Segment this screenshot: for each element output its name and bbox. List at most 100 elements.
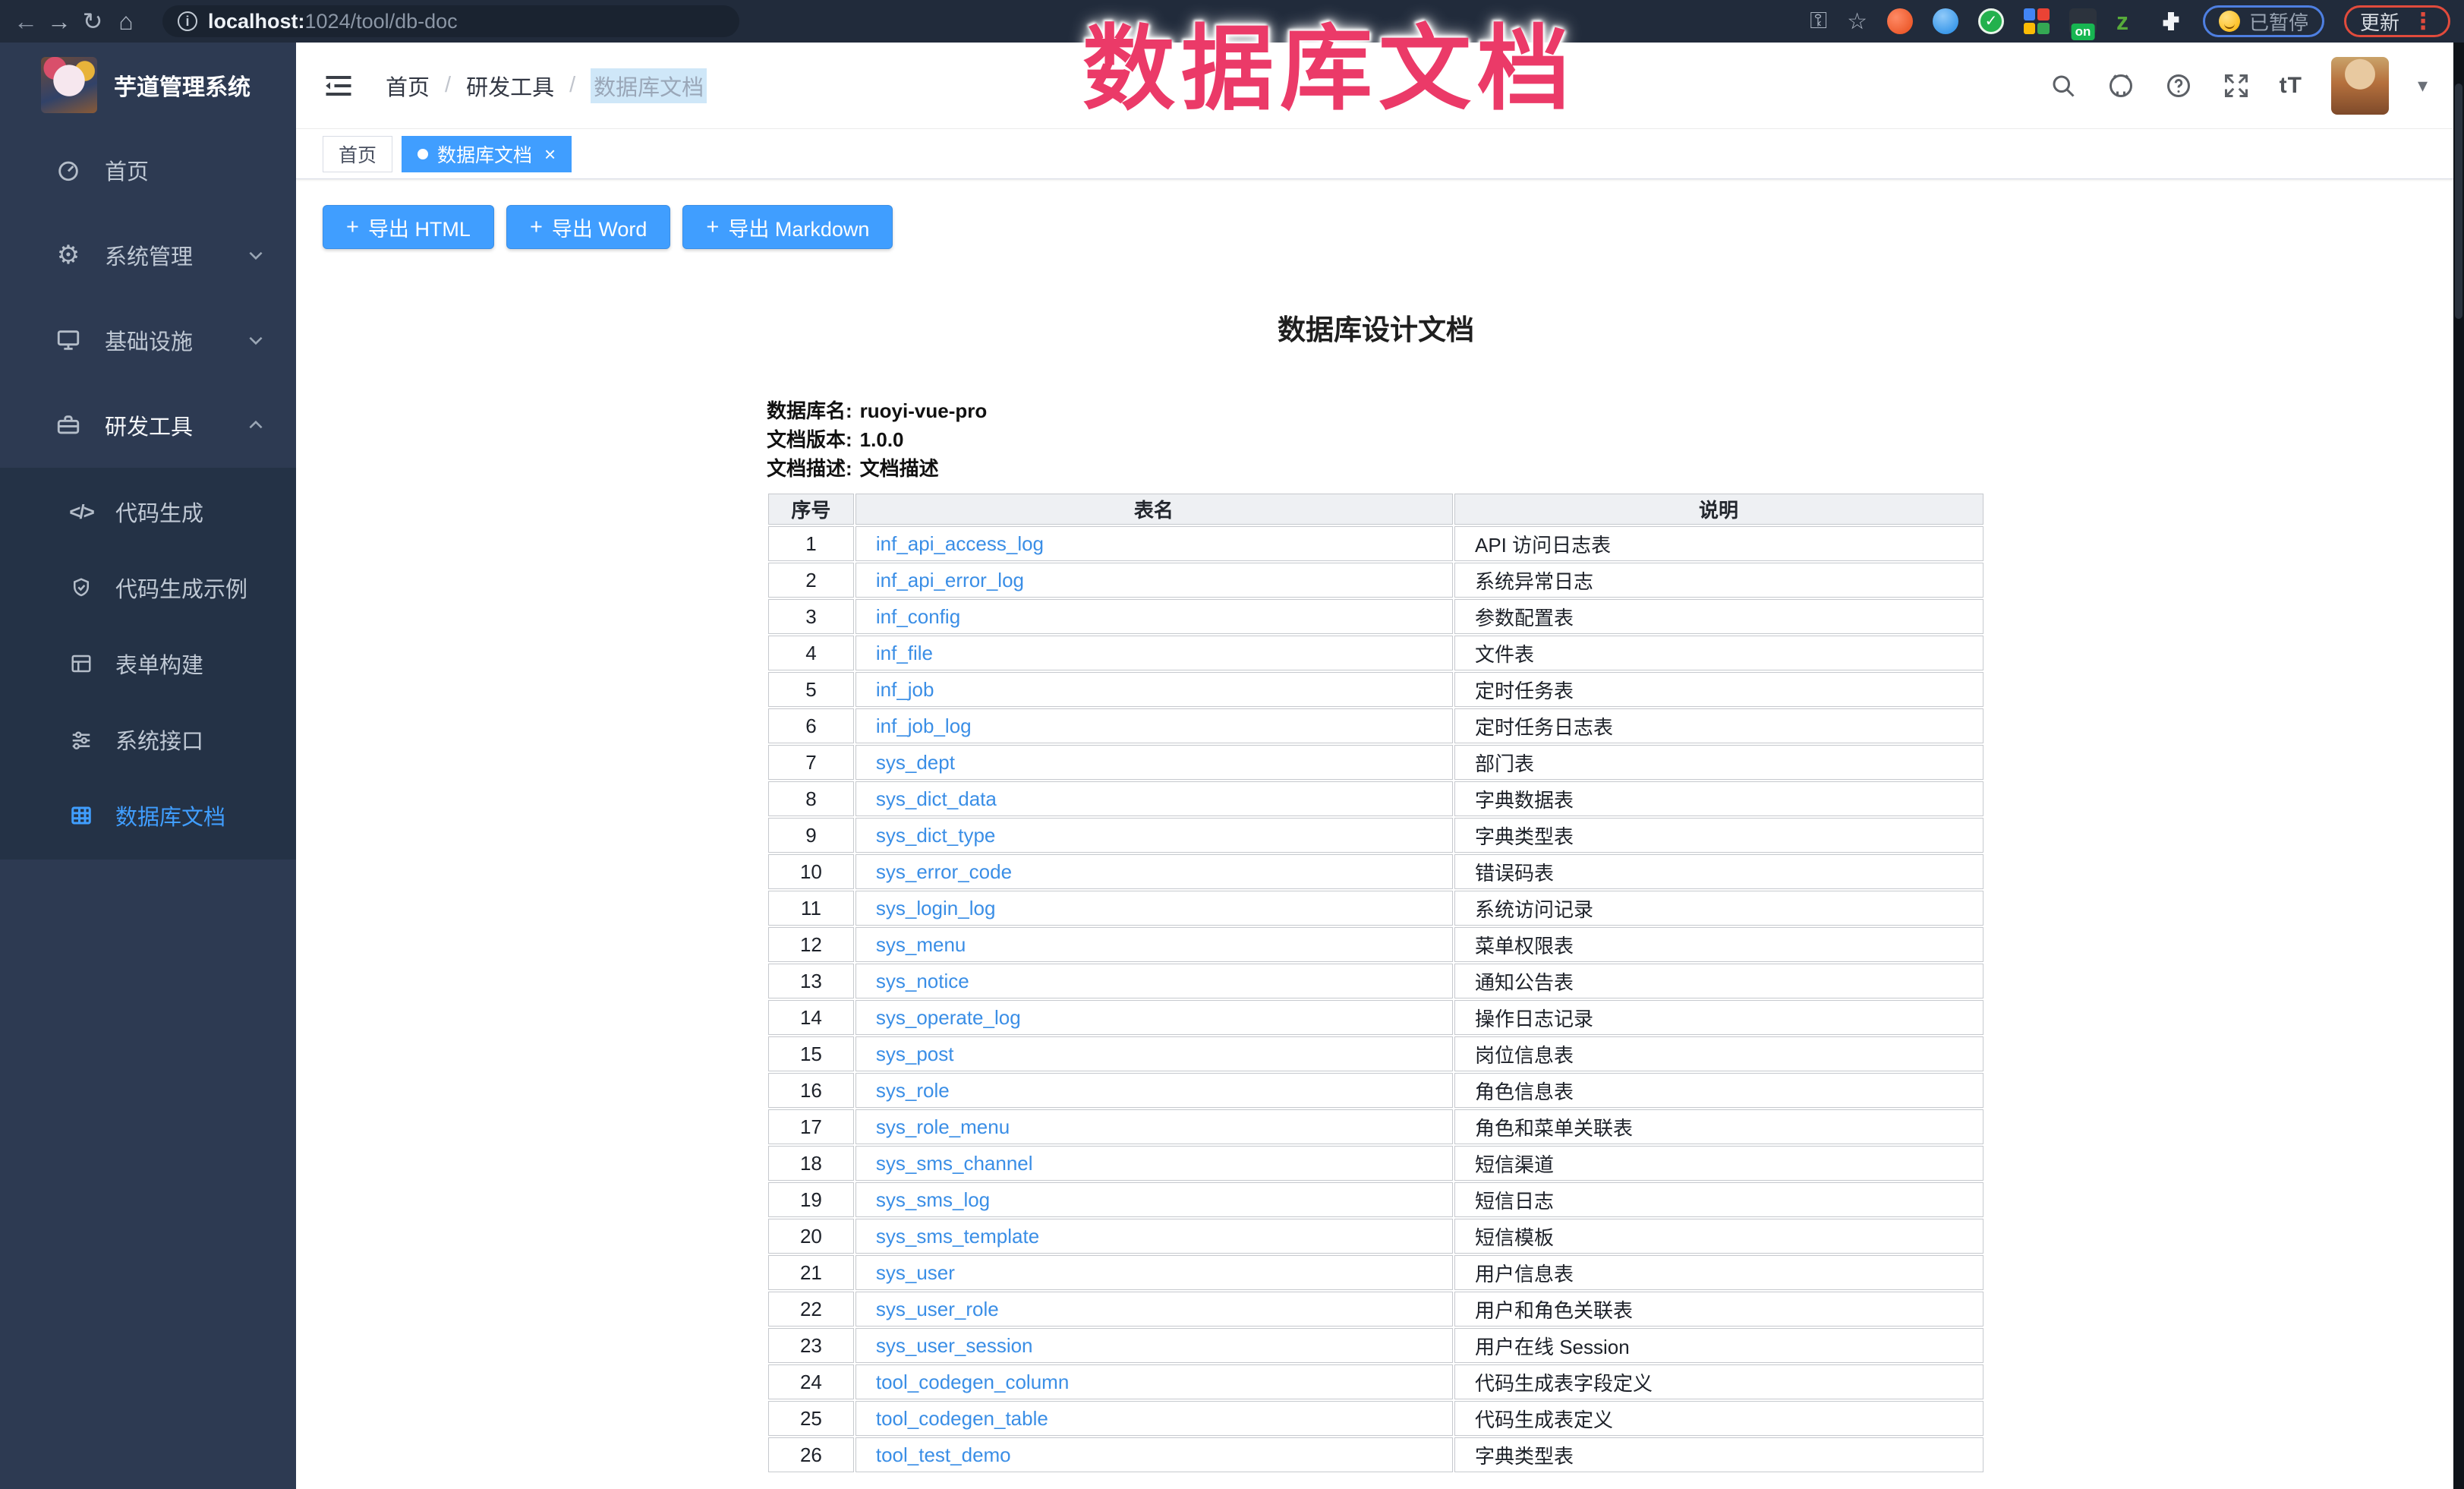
cell-table-name: sys_user_role [855, 1292, 1453, 1327]
extension-orange-icon[interactable] [1887, 8, 1913, 34]
column-header-table-name: 表名 [855, 494, 1453, 525]
cell-table-name: sys_sms_channel [855, 1146, 1453, 1181]
chevron-down-icon [246, 330, 266, 350]
cell-description: 系统异常日志 [1454, 563, 1983, 598]
tag-close-icon[interactable]: × [544, 144, 556, 164]
table-name-link[interactable]: sys_dept [876, 751, 955, 774]
table-name-link[interactable]: sys_user_role [876, 1298, 999, 1320]
sidebar-item-code-generation[interactable]: </> 代码生成 [0, 474, 296, 550]
sidebar-item-database-doc[interactable]: 数据库文档 [0, 778, 296, 853]
table-name-link[interactable]: tool_codegen_column [876, 1371, 1069, 1393]
table-row: 11sys_login_log系统访问记录 [768, 891, 1983, 926]
scrollbar-thumb[interactable] [2455, 84, 2462, 319]
button-label: 导出 HTML [368, 213, 471, 242]
cell-description: 短信模板 [1454, 1219, 1983, 1254]
table-name-link[interactable]: sys_post [876, 1043, 954, 1065]
cell-description: 定时任务表 [1454, 672, 1983, 707]
navbar-actions: tT ▾ [2049, 57, 2428, 115]
browser-back-icon[interactable]: ← [9, 8, 43, 36]
cell-table-name: sys_dict_data [855, 781, 1453, 816]
table-name-link[interactable]: sys_dict_data [876, 787, 997, 810]
user-menu-caret-icon[interactable]: ▾ [2418, 74, 2428, 97]
url-path: 1024/tool/db-doc [305, 10, 458, 33]
column-header-index: 序号 [768, 494, 854, 525]
extension-blue-icon[interactable] [1933, 8, 1958, 34]
table-name-link[interactable]: inf_config [876, 605, 960, 628]
font-size-icon[interactable]: tT [2280, 73, 2302, 99]
sidebar-item-home[interactable]: 首页 [0, 128, 296, 213]
table-name-link[interactable]: sys_role_menu [876, 1115, 1010, 1138]
sidebar-item-label: 系统管理 [105, 239, 246, 271]
paused-label: 已暂停 [2249, 8, 2308, 36]
table-name-link[interactable]: sys_dict_type [876, 824, 996, 847]
table-name-link[interactable]: sys_user [876, 1261, 955, 1284]
browser-update-button[interactable]: 更新 ⋮ [2344, 5, 2450, 37]
table-name-link[interactable]: sys_role [876, 1079, 950, 1102]
breadcrumb-home[interactable]: 首页 [386, 70, 430, 102]
cell-table-name: inf_api_error_log [855, 563, 1453, 598]
export-markdown-button[interactable]: + 导出 Markdown [682, 205, 893, 249]
table-name-link[interactable]: sys_sms_template [876, 1225, 1039, 1248]
cell-table-name: tool_codegen_column [855, 1364, 1453, 1399]
cell-index: 20 [768, 1219, 854, 1254]
browser-home-icon[interactable]: ⌂ [109, 8, 143, 36]
button-label: 导出 Word [552, 213, 648, 242]
table-name-link[interactable]: sys_error_code [876, 860, 1012, 883]
table-name-link[interactable]: sys_menu [876, 933, 966, 956]
help-icon[interactable] [2164, 71, 2193, 100]
page-scrollbar[interactable] [2453, 43, 2464, 1489]
sidebar-item-dev-tools[interactable]: 研发工具 [0, 383, 296, 468]
table-name-link[interactable]: sys_user_session [876, 1334, 1033, 1357]
site-info-icon[interactable]: i [178, 11, 197, 31]
extensions-puzzle-icon[interactable] [2159, 9, 2183, 33]
password-key-icon[interactable]: ⚿ [1810, 8, 1827, 34]
user-avatar[interactable] [2331, 57, 2389, 115]
table-name-link[interactable]: inf_api_access_log [876, 532, 1044, 555]
cell-index: 10 [768, 854, 854, 889]
bookmark-star-icon[interactable]: ☆ [1847, 8, 1867, 35]
export-word-button[interactable]: + 导出 Word [506, 205, 670, 249]
table-name-link[interactable]: sys_login_log [876, 897, 996, 920]
tag-home[interactable]: 首页 [323, 136, 392, 172]
browser-menu-kebab-icon[interactable]: ⋮ [2412, 8, 2434, 35]
tag-database-doc[interactable]: 数据库文档 × [402, 136, 572, 172]
extension-green-check-icon[interactable]: ✓ [1978, 8, 2004, 34]
dashboard-icon [53, 155, 83, 185]
table-row: 6inf_job_log定时任务日志表 [768, 708, 1983, 743]
browser-forward-icon[interactable]: → [43, 8, 76, 36]
table-name-link[interactable]: inf_job_log [876, 715, 972, 737]
sidebar-collapse-icon[interactable] [322, 69, 355, 103]
extension-grid-icon[interactable] [2024, 8, 2050, 34]
table-name-link[interactable]: tool_codegen_table [876, 1407, 1048, 1430]
cell-table-name: inf_job_log [855, 708, 1453, 743]
table-name-link[interactable]: sys_notice [876, 970, 969, 992]
fullscreen-icon[interactable] [2222, 71, 2251, 100]
plus-icon: + [706, 215, 719, 240]
search-icon[interactable] [2049, 71, 2078, 100]
sidebar-item-code-generation-demo[interactable]: 代码生成示例 [0, 550, 296, 626]
sidebar-item-form-builder[interactable]: 表单构建 [0, 626, 296, 702]
watermark-text: 数据库文档 [1082, 0, 1576, 128]
github-icon[interactable] [2106, 71, 2135, 100]
table-name-link[interactable]: sys_sms_channel [876, 1152, 1033, 1175]
browser-reload-icon[interactable]: ↻ [76, 7, 109, 36]
sidebar-item-infrastructure[interactable]: 基础设施 [0, 298, 296, 383]
sidebar-item-system-api[interactable]: 系统接口 [0, 702, 296, 778]
export-html-button[interactable]: + 导出 HTML [323, 205, 494, 249]
profile-paused-badge[interactable]: 已暂停 [2203, 5, 2324, 37]
table-name-link[interactable]: sys_operate_log [876, 1006, 1021, 1029]
app-logo-row[interactable]: 芋道管理系统 [0, 43, 296, 128]
address-bar[interactable]: i localhost:1024/tool/db-doc [162, 5, 739, 37]
extension-on-icon[interactable]: on [2069, 8, 2097, 34]
cell-description: API 访问日志表 [1454, 526, 1983, 561]
sidebar-item-system-management[interactable]: ⚙ 系统管理 [0, 213, 296, 298]
cell-index: 7 [768, 745, 854, 780]
sliders-icon [67, 725, 96, 754]
extension-sprout-icon[interactable]: z [2116, 8, 2139, 34]
table-name-link[interactable]: inf_api_error_log [876, 569, 1024, 591]
table-name-link[interactable]: sys_sms_log [876, 1188, 990, 1211]
table-name-link[interactable]: tool_test_demo [876, 1443, 1011, 1466]
table-name-link[interactable]: inf_job [876, 678, 934, 701]
table-name-link[interactable]: inf_file [876, 642, 933, 664]
form-icon [67, 649, 96, 678]
